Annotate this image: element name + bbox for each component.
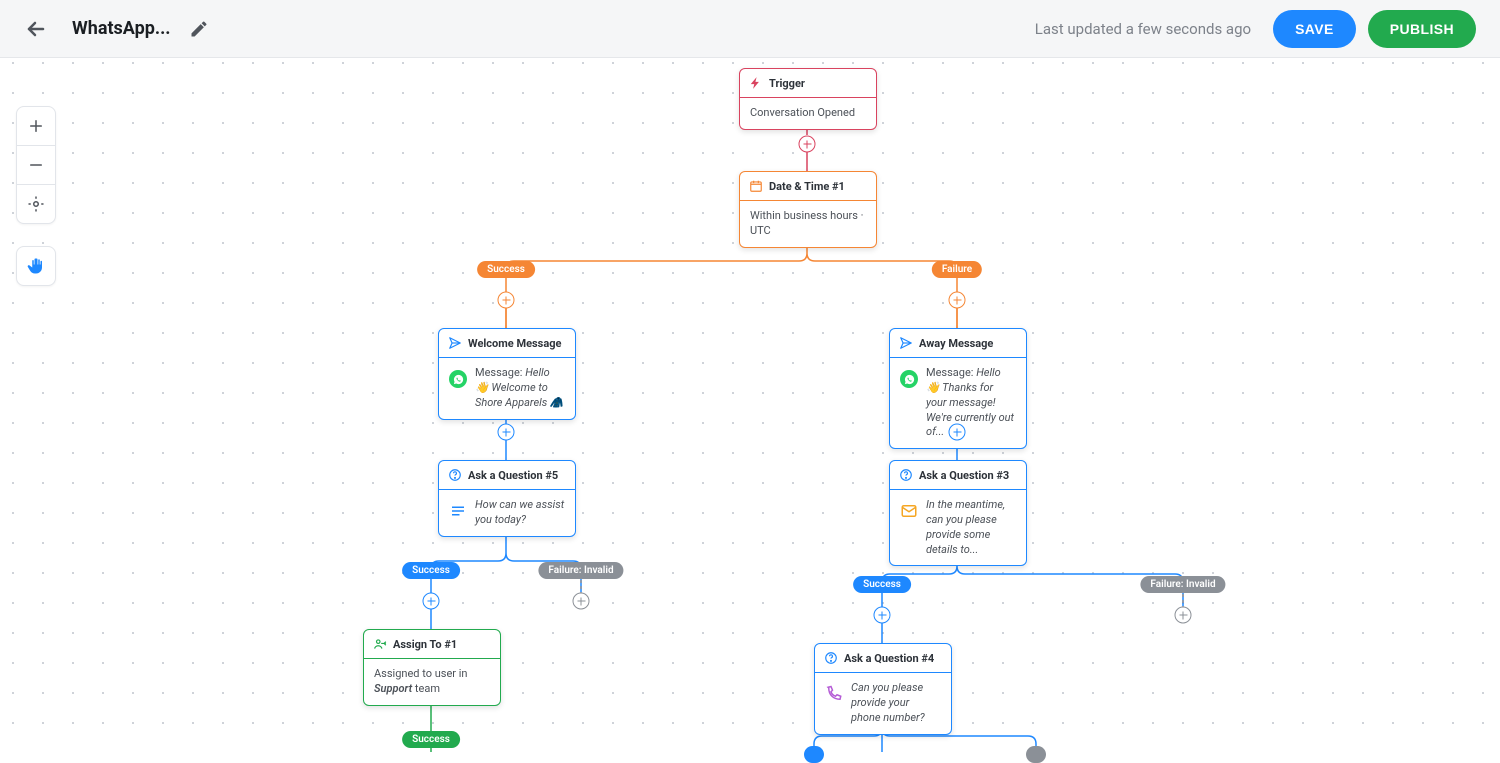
branch-pill-failure-invalid xyxy=(1026,746,1046,763)
branch-pill-success: Success xyxy=(477,261,535,278)
node-body: Conversation Opened xyxy=(750,106,855,119)
branch-pill-success xyxy=(804,746,824,763)
add-step-button[interactable] xyxy=(874,607,891,624)
node-title: Assign To #1 xyxy=(393,638,457,651)
send-icon xyxy=(448,336,462,350)
node-trigger[interactable]: Trigger Conversation Opened xyxy=(739,68,877,130)
message-label: Message: xyxy=(926,366,976,379)
last-updated-text: Last updated a few seconds ago xyxy=(1035,20,1251,38)
node-title: Ask a Question #5 xyxy=(468,469,558,482)
node-assign-to[interactable]: Assign To #1 Assigned to user in Support… xyxy=(363,629,501,706)
branch-pill-success: Success xyxy=(853,576,911,593)
node-ask-question-4[interactable]: Ask a Question #4 Can you please provide… xyxy=(814,643,952,735)
question-icon xyxy=(448,468,462,482)
mail-icon xyxy=(900,502,918,520)
question-text: Can you please provide your phone number… xyxy=(851,681,941,726)
add-step-button[interactable] xyxy=(423,593,440,610)
node-title: Ask a Question #4 xyxy=(844,652,934,665)
add-step-button[interactable] xyxy=(949,424,966,441)
branch-pill-success: Success xyxy=(402,562,460,579)
node-title: Ask a Question #3 xyxy=(919,469,1009,482)
branch-pill-failure: Failure xyxy=(932,261,982,278)
workflow-title: WhatsApp... xyxy=(72,18,171,39)
add-step-button[interactable] xyxy=(498,292,515,309)
connection-wires xyxy=(0,58,1500,752)
back-arrow-icon[interactable] xyxy=(24,17,48,41)
question-text: How can we assist you today? xyxy=(475,498,565,528)
save-button[interactable]: SAVE xyxy=(1273,10,1356,48)
zoom-in-button[interactable] xyxy=(17,107,55,145)
assign-team: Support xyxy=(374,682,412,695)
node-body: Within business hours · UTC xyxy=(750,209,864,237)
zoom-out-button[interactable] xyxy=(17,145,55,184)
whatsapp-icon xyxy=(449,370,467,388)
zoom-tool-group xyxy=(16,106,56,224)
whatsapp-icon xyxy=(900,370,918,388)
add-step-button[interactable] xyxy=(498,424,515,441)
branch-pill-failure-invalid: Failure: Invalid xyxy=(1140,576,1225,593)
node-title: Date & Time #1 xyxy=(769,180,845,193)
node-title: Away Message xyxy=(919,337,993,350)
node-title: Welcome Message xyxy=(468,337,561,350)
workflow-canvas[interactable]: Trigger Conversation Opened Date & Time … xyxy=(0,58,1500,752)
question-text: In the meantime, can you please provide … xyxy=(926,498,1016,557)
pan-tool-button[interactable] xyxy=(17,247,55,285)
node-title: Trigger xyxy=(769,77,805,90)
app-header: WhatsApp... Last updated a few seconds a… xyxy=(0,0,1500,58)
branch-pill-success: Success xyxy=(402,731,460,748)
question-icon xyxy=(824,651,838,665)
node-datetime[interactable]: Date & Time #1 Within business hours · U… xyxy=(739,171,877,248)
phone-icon xyxy=(825,685,843,703)
node-ask-question-5[interactable]: Ask a Question #5 How can we assist you … xyxy=(438,460,576,537)
pan-tool-group xyxy=(16,246,56,286)
list-icon xyxy=(449,502,467,520)
message-label: Message: xyxy=(475,366,525,379)
node-welcome-message[interactable]: Welcome Message Message: Hello 👋 Welcome… xyxy=(438,328,576,420)
branch-pill-failure-invalid: Failure: Invalid xyxy=(538,562,623,579)
center-view-button[interactable] xyxy=(17,184,55,223)
add-step-button[interactable] xyxy=(1175,607,1192,624)
question-icon xyxy=(899,468,913,482)
calendar-icon xyxy=(749,179,763,193)
assign-text-pre: Assigned to user in xyxy=(374,667,468,680)
assign-text-post: team xyxy=(412,682,440,695)
publish-button[interactable]: PUBLISH xyxy=(1368,10,1476,48)
send-icon xyxy=(899,336,913,350)
add-step-button[interactable] xyxy=(949,292,966,309)
add-step-button[interactable] xyxy=(573,593,590,610)
trigger-icon xyxy=(749,76,763,90)
user-arrow-icon xyxy=(373,637,387,651)
node-ask-question-3[interactable]: Ask a Question #3 In the meantime, can y… xyxy=(889,460,1027,566)
edit-title-button[interactable] xyxy=(189,19,209,39)
add-step-button[interactable] xyxy=(799,136,816,153)
